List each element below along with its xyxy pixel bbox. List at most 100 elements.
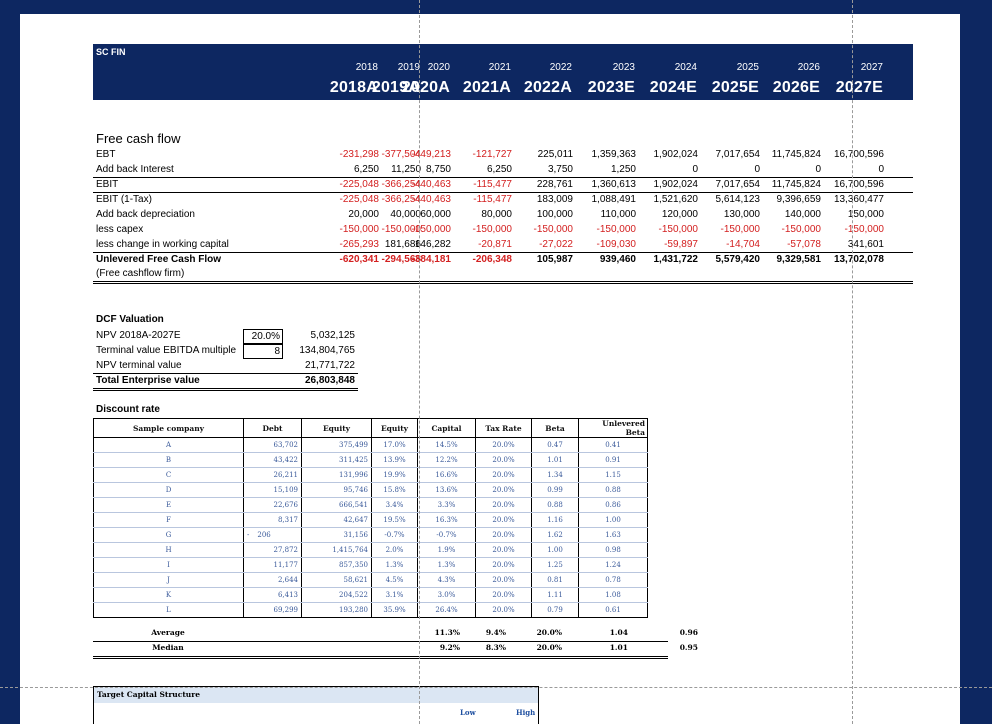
dcf-npv-value: 5,032,125 bbox=[310, 330, 356, 341]
fcf-cell: -20,871 bbox=[478, 239, 512, 250]
fcf-row: EBIT (1-Tax) -225,048 -366,254 -440,463 -115… bbox=[93, 193, 913, 208]
table-cell: 0.41 bbox=[578, 437, 648, 453]
table-cell: I bbox=[93, 557, 244, 573]
page-break-vertical bbox=[419, 0, 420, 724]
fcf-cell: 1,431,722 bbox=[653, 254, 699, 265]
table-cell: 375,499 bbox=[301, 437, 372, 453]
fcf-row-label: less change in working capital bbox=[96, 239, 229, 250]
fcf-double-rule bbox=[93, 281, 913, 284]
fcf-row-label: less capex bbox=[96, 224, 144, 235]
table-cell: 1.24 bbox=[578, 557, 648, 573]
year-label: 2027 bbox=[860, 62, 883, 73]
dcf-npv-row: NPV 2018A-2027E 20.0% 5,032,125 bbox=[93, 329, 358, 344]
table-cell: 1.08 bbox=[578, 587, 648, 603]
table-cell: 131,996 bbox=[301, 467, 372, 483]
table-cell: B bbox=[93, 452, 244, 468]
fcf-cell: 225,011 bbox=[537, 149, 573, 160]
table-cell: 20.0% bbox=[475, 437, 532, 453]
fcf-row-label: Add back Interest bbox=[96, 164, 174, 175]
table-cell: 206 bbox=[257, 531, 271, 539]
table-cell: 16.6% bbox=[417, 467, 476, 483]
table-cell: 2.0% bbox=[371, 542, 418, 558]
table-row: B 43,422 311,425 13.9% 12.2% 20.0% 1.01 0.91 bbox=[93, 452, 648, 468]
fcf-cell: 1,902,024 bbox=[653, 179, 699, 190]
fcf-cell: 7,017,654 bbox=[715, 149, 761, 160]
dcf-tv-row: Terminal value EBITDA multiple 8 134,804… bbox=[93, 344, 358, 359]
table-cell: 0.79 bbox=[531, 602, 579, 618]
dcf-tv-label: Terminal value EBITDA multiple bbox=[96, 345, 237, 356]
ufcf-rule bbox=[93, 252, 913, 253]
table-cell: 20.0% bbox=[475, 587, 532, 603]
fcf-cell: 0 bbox=[692, 164, 698, 175]
fcf-cell: 1,250 bbox=[610, 164, 636, 175]
fcf-row-label: EBT bbox=[96, 149, 116, 160]
table-cell: 1.3% bbox=[417, 557, 476, 573]
table-cell: 3.3% bbox=[417, 497, 476, 513]
period-label: 2027E bbox=[835, 79, 883, 96]
table-cell: 15,109 bbox=[243, 482, 302, 498]
fcf-cell: 939,460 bbox=[599, 254, 636, 265]
fcf-title: Free cash flow bbox=[96, 131, 181, 146]
fcf-cell: 80,000 bbox=[481, 209, 512, 220]
table-cell: 0.98 bbox=[578, 542, 648, 558]
table-cell: 35.9% bbox=[371, 602, 418, 618]
table-cell: 1.00 bbox=[578, 512, 648, 528]
table-cell: K bbox=[93, 587, 244, 603]
fcf-cell: 120,000 bbox=[661, 209, 698, 220]
discount-col-header: Sample company bbox=[93, 418, 244, 438]
table-cell: 14.5% bbox=[417, 437, 476, 453]
fcf-cell: -150,000 bbox=[411, 224, 451, 235]
table-row: J 2,644 58,621 4.5% 4.3% 20.0% 0.81 0.78 bbox=[93, 572, 648, 588]
table-cell: 20.0% bbox=[475, 557, 532, 573]
table-cell: 857,350 bbox=[301, 557, 372, 573]
fcf-cell: -440,463 bbox=[411, 179, 451, 190]
table-cell: 26.4% bbox=[417, 602, 476, 618]
dcf-npv-tv-label: NPV terminal value bbox=[96, 360, 182, 371]
table-row: K 6,413 204,522 3.1% 3.0% 20.0% 1.11 1.08 bbox=[93, 587, 648, 603]
table-cell: 1.3% bbox=[371, 557, 418, 573]
table-cell: H bbox=[93, 542, 244, 558]
table-cell: L bbox=[93, 602, 244, 618]
table-cell: 20.0% bbox=[475, 527, 532, 543]
table-row: A 63,702 375,499 17.0% 14.5% 20.0% 0.47 0.41 bbox=[93, 437, 648, 453]
table-cell: 1.01 bbox=[531, 452, 579, 468]
dcf-rate-input[interactable]: 20.0% bbox=[243, 329, 283, 344]
page-frame-left bbox=[0, 0, 20, 724]
fcf-cell: 6,250 bbox=[486, 164, 512, 175]
table-cell: 1.15 bbox=[578, 467, 648, 483]
table-cell: 58,621 bbox=[301, 572, 372, 588]
table-cell: A bbox=[93, 437, 244, 453]
table-cell: 19.9% bbox=[371, 467, 418, 483]
fcf-row-label: EBIT bbox=[96, 179, 119, 190]
table-cell: 95,746 bbox=[301, 482, 372, 498]
discount-col-header: Beta bbox=[531, 418, 579, 438]
table-cell: 1,415,764 bbox=[301, 542, 372, 558]
table-cell: 1.62 bbox=[531, 527, 579, 543]
fcf-row: EBT -231,298 -377,504 -449,213 -121,727 225,0… bbox=[93, 148, 913, 163]
table-cell: 0.91 bbox=[578, 452, 648, 468]
fcf-cell: 100,000 bbox=[536, 209, 573, 220]
page-frame-right bbox=[960, 0, 992, 724]
fcf-cell: 13,360,477 bbox=[833, 194, 884, 205]
table-cell: 20.0% bbox=[475, 542, 532, 558]
table-cell: 0.88 bbox=[531, 497, 579, 513]
fcf-row: Unlevered Free Cash Flow -620,341 -294,568… bbox=[93, 253, 913, 268]
target-title: Target Capital Structure bbox=[94, 687, 538, 703]
fcf-row: less change in working capital -265,293 18… bbox=[93, 238, 913, 253]
median-row: Median 9.2% 8.3% 20.0% 1.01 0.95 bbox=[93, 641, 698, 656]
table-cell: 63,702 bbox=[243, 437, 302, 453]
discount-col-header: Debt bbox=[243, 418, 302, 438]
table-cell: D bbox=[93, 482, 244, 498]
discount-title: Discount rate bbox=[96, 404, 160, 415]
fcf-cell: 150,000 bbox=[847, 209, 884, 220]
table-cell: 20.0% bbox=[475, 452, 532, 468]
table-cell: 193,280 bbox=[301, 602, 372, 618]
table-cell: 27,872 bbox=[243, 542, 302, 558]
year-label: 2023 bbox=[612, 62, 635, 73]
table-cell: 8,317 bbox=[243, 512, 302, 528]
fcf-cell: -449,213 bbox=[411, 149, 451, 160]
table-cell: 666,541 bbox=[301, 497, 372, 513]
table-cell: 12.2% bbox=[417, 452, 476, 468]
table-cell: F bbox=[93, 512, 244, 528]
dcf-multiple-input[interactable]: 8 bbox=[243, 344, 283, 359]
